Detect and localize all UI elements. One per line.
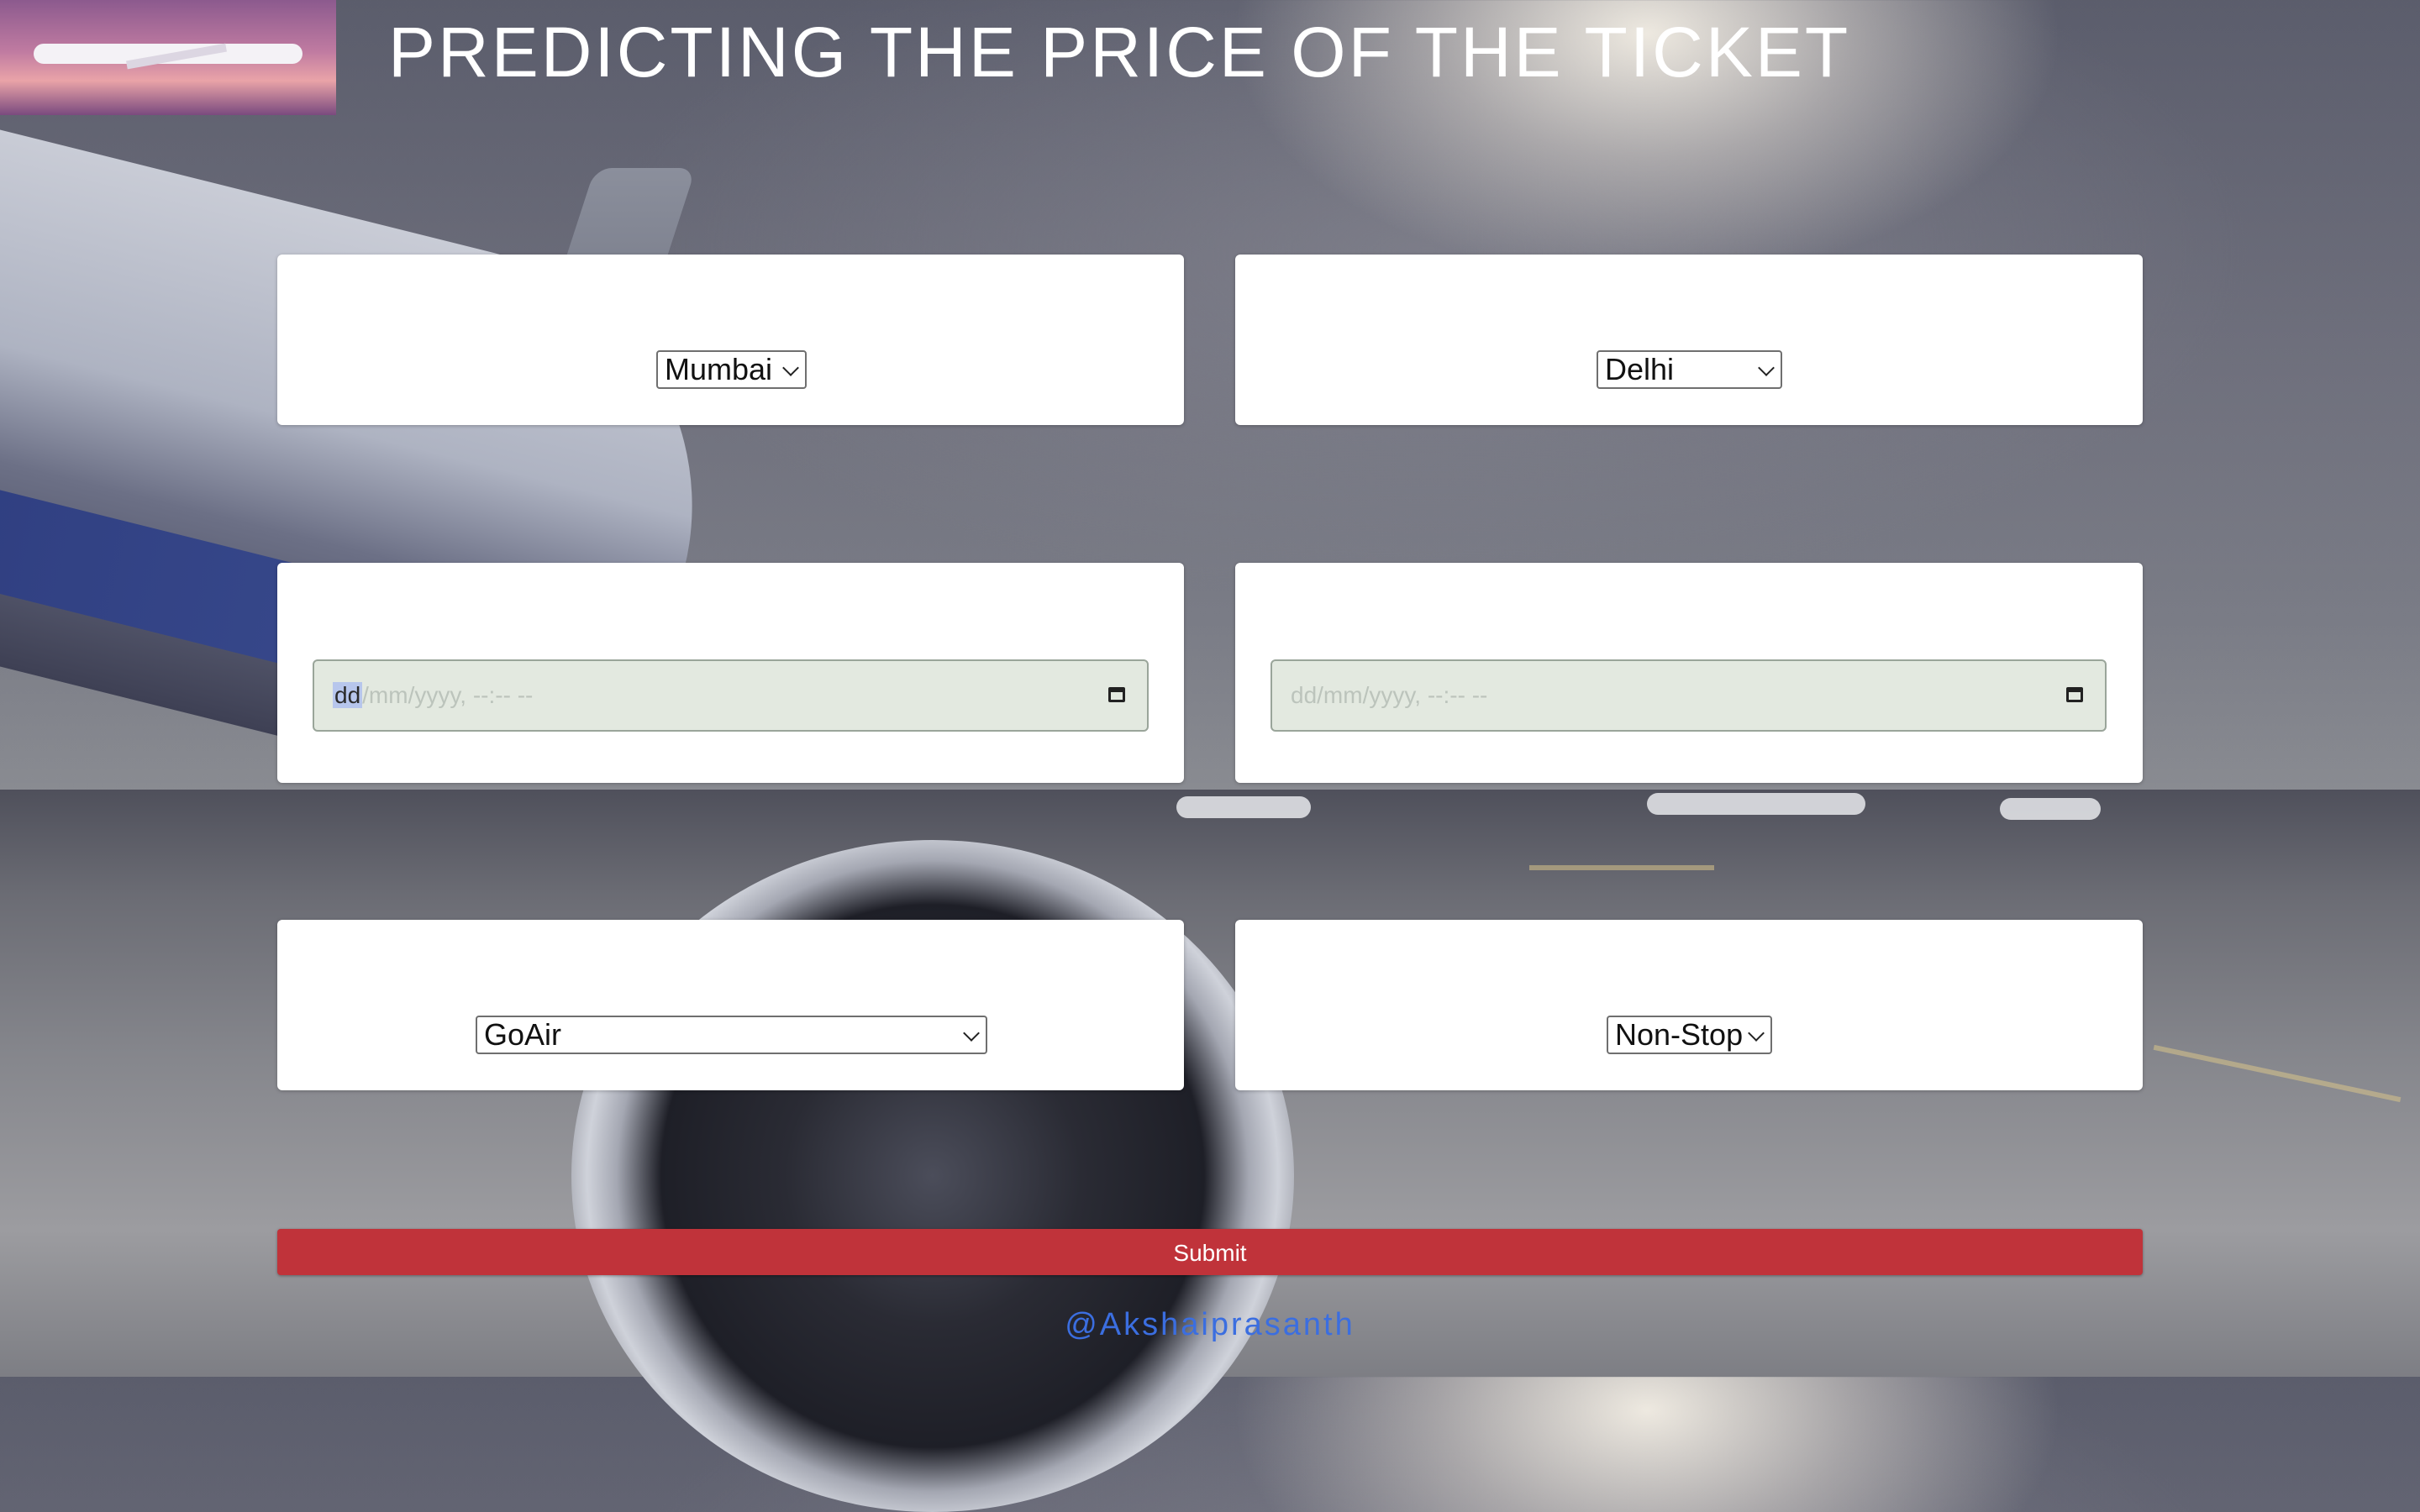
arrival-card: dd/mm/yyyy, --:-- -- xyxy=(1235,563,2143,783)
departure-placeholder-rest: /mm/yyyy, --:-- -- xyxy=(362,682,534,708)
page-title: PREDICTING THE PRICE OF THE TICKET xyxy=(388,13,1851,92)
stops-card: Non-Stop xyxy=(1235,920,2143,1090)
departure-day-segment: dd xyxy=(333,682,363,708)
submit-button[interactable]: Submit xyxy=(277,1229,2143,1275)
distant-plane xyxy=(2000,798,2101,820)
stops-select-value: Non-Stop xyxy=(1615,1017,1744,1052)
destination-card: Delhi xyxy=(1235,255,2143,425)
calendar-icon[interactable] xyxy=(1108,687,1125,702)
distant-plane xyxy=(1647,793,1865,815)
destination-select-value: Delhi xyxy=(1605,352,1675,386)
airline-card: GoAir xyxy=(277,920,1184,1090)
arrival-placeholder: dd/mm/yyyy, --:-- -- xyxy=(1291,682,1488,708)
tarmac-marking xyxy=(1529,865,1714,870)
source-select[interactable]: Mumbai xyxy=(656,350,807,389)
stops-select[interactable]: Non-Stop xyxy=(1607,1016,1772,1054)
airplane-logo-image xyxy=(0,0,336,115)
destination-select[interactable]: Delhi xyxy=(1597,350,1782,389)
airline-select-value: GoAir xyxy=(484,1017,562,1052)
source-card: Mumbai xyxy=(277,255,1184,425)
chevron-down-icon xyxy=(782,360,799,376)
airline-select[interactable]: GoAir xyxy=(476,1016,987,1054)
chevron-down-icon xyxy=(963,1025,980,1042)
calendar-icon[interactable] xyxy=(2066,687,2083,702)
source-select-value: Mumbai xyxy=(665,352,773,386)
chevron-down-icon xyxy=(1748,1025,1765,1042)
arrival-datetime-input[interactable]: dd/mm/yyyy, --:-- -- xyxy=(1270,659,2107,732)
departure-card: dd/mm/yyyy, --:-- -- xyxy=(277,563,1184,783)
author-credit-link[interactable]: @Akshaiprasanth xyxy=(0,1307,2420,1343)
distant-plane xyxy=(1176,796,1311,818)
chevron-down-icon xyxy=(1758,360,1775,376)
departure-datetime-input[interactable]: dd/mm/yyyy, --:-- -- xyxy=(313,659,1149,732)
